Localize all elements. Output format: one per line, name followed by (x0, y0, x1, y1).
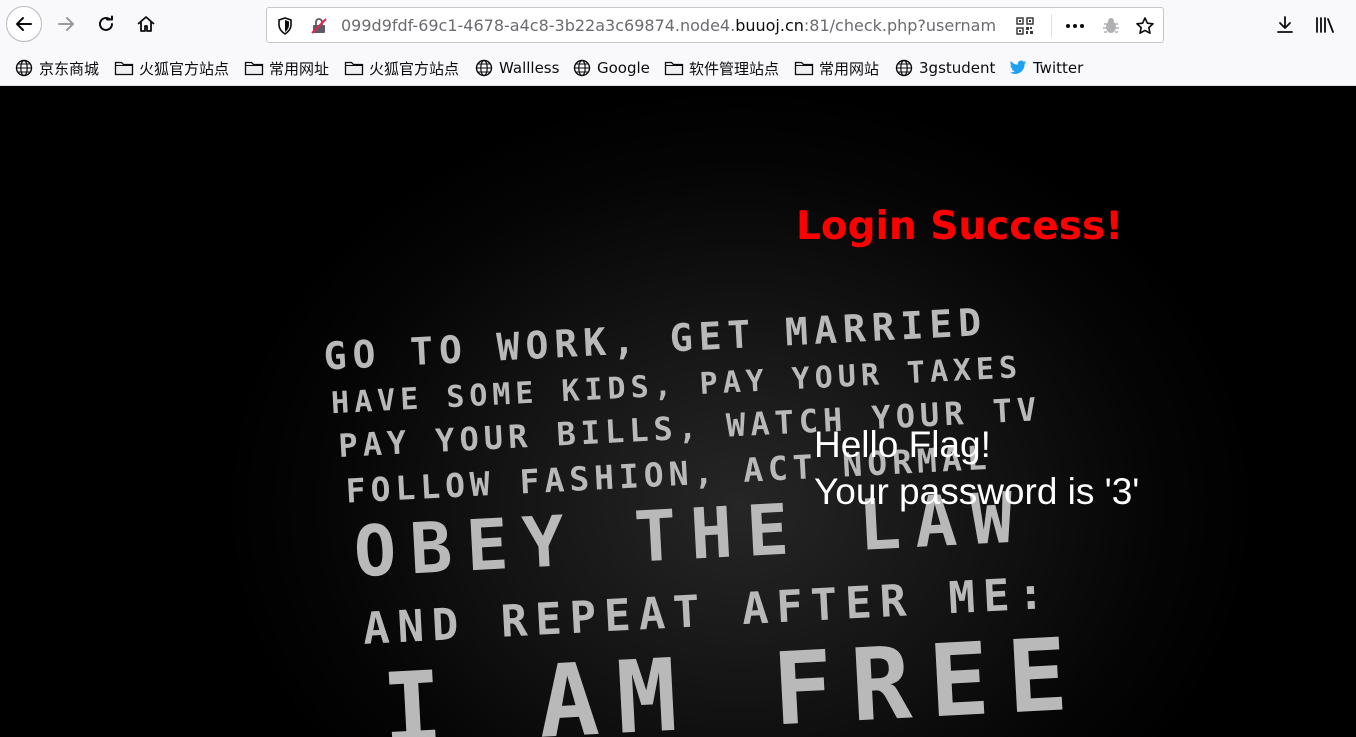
url-separator (1051, 14, 1052, 38)
bookmark-label: 京东商城 (39, 59, 100, 78)
twitter-icon (1008, 58, 1028, 78)
downloads-button[interactable] (1274, 14, 1296, 36)
globe-icon (474, 58, 494, 78)
bookmark-label: Wallless (499, 59, 560, 77)
url-domain: buuoj.cn (735, 16, 804, 35)
bookmark-star-icon[interactable] (1135, 16, 1155, 36)
folder-icon (794, 58, 814, 78)
bookmark-item[interactable]: Wallless (474, 57, 559, 79)
background-poster-image: GO TO WORK, GET MARRIED HAVE SOME KIDS, … (323, 300, 1089, 737)
bookmark-label: 火狐官方站点 (139, 59, 230, 78)
forward-button[interactable] (48, 6, 84, 42)
bookmarks-toolbar: 京东商城 火狐官方站点 常用网址 火狐官方站点 Wallless Google … (0, 50, 1356, 86)
bookmark-folder[interactable]: 软件管理站点 (664, 57, 779, 79)
bookmark-label: 软件管理站点 (689, 59, 780, 78)
bookmark-item[interactable]: 京东商城 (14, 57, 99, 79)
globe-icon (572, 58, 592, 78)
bookmark-folder[interactable]: 火狐官方站点 (114, 57, 229, 79)
password-text: Your password is '3' (814, 471, 1140, 512)
globe-icon (14, 58, 34, 78)
login-success-title: Login Success! (796, 204, 1124, 249)
folder-icon (664, 58, 684, 78)
library-button[interactable] (1314, 14, 1336, 36)
bookmark-label: 火狐官方站点 (369, 59, 460, 78)
browser-toolbar: 099d9fdf-69c1-4678-a4c8-3b22a3c69874.nod… (0, 0, 1356, 50)
page-content: GO TO WORK, GET MARRIED HAVE SOME KIDS, … (0, 86, 1356, 737)
bookmark-item[interactable]: 3gstudent (894, 57, 995, 79)
bookmark-label: 常用网址 (269, 59, 330, 78)
bookmark-item[interactable]: Google (572, 57, 650, 79)
reload-button[interactable] (88, 6, 124, 42)
home-button[interactable] (128, 6, 164, 42)
extension-bug-icon[interactable] (1101, 16, 1121, 36)
page-actions-more-icon[interactable] (1065, 16, 1085, 36)
folder-icon (244, 58, 264, 78)
url-prefix: 099d9fdf-69c1-4678-a4c8-3b22a3c69874.nod… (341, 16, 736, 35)
greeting-text: Hello Flag! (814, 424, 991, 465)
back-arrow-icon (16, 17, 32, 31)
reload-icon (99, 15, 113, 31)
bookmark-folder[interactable]: 常用网址 (244, 57, 329, 79)
folder-icon (114, 58, 134, 78)
url-text[interactable]: 099d9fdf-69c1-4678-a4c8-3b22a3c69874.nod… (341, 16, 1009, 36)
globe-icon (894, 58, 914, 78)
forward-arrow-icon (58, 17, 74, 31)
url-suffix: :81/check.php?usernam (803, 16, 997, 35)
bookmark-folder[interactable]: 常用网站 (794, 57, 879, 79)
bookmark-folder[interactable]: 火狐官方站点 (344, 57, 459, 79)
insecure-lock-icon[interactable] (309, 16, 329, 36)
back-button[interactable] (6, 6, 42, 42)
library-icon (1316, 17, 1334, 33)
address-bar[interactable]: 099d9fdf-69c1-4678-a4c8-3b22a3c69874.nod… (266, 7, 1164, 43)
tracking-shield-icon[interactable] (275, 16, 295, 36)
home-icon (137, 16, 155, 32)
folder-icon (344, 58, 364, 78)
qr-code-icon[interactable] (1015, 16, 1035, 36)
download-icon (1277, 16, 1293, 33)
bookmark-label: 常用网站 (819, 59, 880, 78)
bookmark-label: Twitter (1033, 59, 1084, 77)
bookmark-label: Google (597, 59, 650, 77)
bookmark-item[interactable]: Twitter (1008, 57, 1083, 79)
bookmark-label: 3gstudent (919, 59, 996, 77)
